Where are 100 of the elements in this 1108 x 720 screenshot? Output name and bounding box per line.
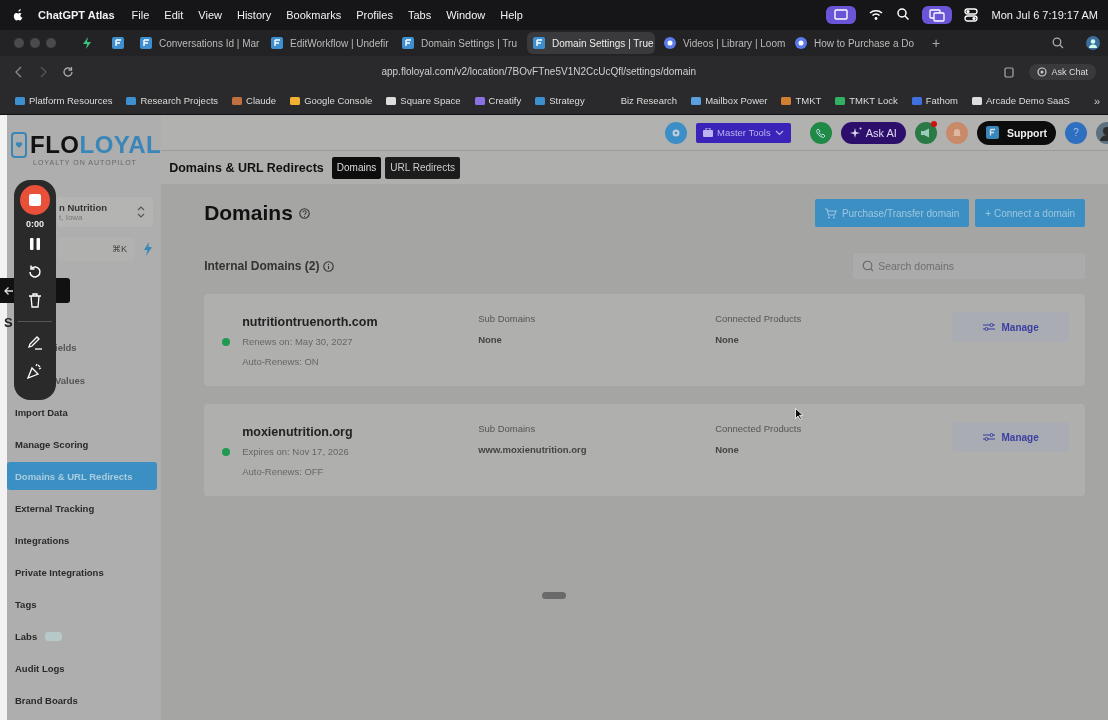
phone-button[interactable]	[809, 121, 832, 144]
new-tab-button[interactable]: +	[932, 35, 941, 51]
trash-icon[interactable]	[28, 293, 42, 308]
sidebar-item[interactable]: Manage Scoring	[7, 430, 157, 458]
tab-title: EditWorkflow | Undefir	[290, 37, 389, 49]
bookmark[interactable]: Arcade Demo SaaS	[966, 95, 1075, 106]
bookmark-icon	[126, 95, 137, 106]
menu-item[interactable]: Help	[500, 9, 523, 21]
more-bookmarks-button[interactable]: »	[1093, 94, 1100, 107]
bookmark-icon	[15, 95, 25, 106]
bookmark[interactable]: Square Space	[381, 95, 466, 106]
bookmark[interactable]: Research Projects	[121, 95, 224, 106]
bookmark-icon	[232, 95, 243, 106]
bookmark[interactable]: Creatify	[469, 95, 527, 106]
domain-date: Renews on: May 30, 2027	[242, 336, 354, 347]
bookmark[interactable]: Mailbox Power	[686, 95, 773, 106]
back-icon[interactable]	[14, 65, 24, 78]
column-label: Sub Domains	[478, 313, 537, 324]
master-tools-button[interactable]: Master Tools	[696, 122, 791, 143]
arrow-left-icon	[4, 285, 14, 296]
sidebar-item[interactable]: Audit Logs	[7, 654, 157, 682]
manage-button[interactable]: Manage	[952, 422, 1070, 452]
browser-tab[interactable]: Videos | Library | Loom	[658, 32, 786, 54]
pause-icon[interactable]	[29, 237, 41, 251]
menu-item[interactable]: History	[236, 9, 272, 21]
cursor-icon	[795, 408, 803, 420]
avatar-icon[interactable]	[1086, 36, 1100, 50]
menu-item[interactable]: Edit	[164, 9, 184, 21]
browser-tab[interactable]: Domain Settings | True	[527, 32, 655, 54]
bookmark[interactable]: Google Console	[285, 95, 378, 106]
header-tab[interactable]: Domains	[331, 156, 382, 179]
toggle-icon[interactable]	[963, 5, 978, 25]
bookmark[interactable]: Fathom	[906, 95, 963, 106]
bolt-icon[interactable]	[82, 37, 92, 49]
phone-icon	[815, 127, 826, 138]
windows-icon[interactable]	[921, 5, 952, 25]
search-field[interactable]: ⌘K	[57, 237, 136, 261]
stop-button[interactable]	[20, 185, 50, 215]
auto-renew-status: Auto-Renews: ON	[242, 356, 320, 367]
browser-tab[interactable]: EditWorkflow | Undefir	[265, 32, 393, 54]
party-popper-icon[interactable]	[27, 363, 43, 379]
ask-chat-button[interactable]: Ask Chat	[1029, 63, 1096, 80]
sidebar-item[interactable]: Private Integrations	[7, 558, 157, 586]
bookmark-icon	[535, 95, 546, 106]
app-logo-icon	[985, 126, 999, 139]
sidebar-item[interactable]: Brand Boards	[7, 686, 157, 714]
url-text[interactable]: app.floloyal.com/v2/location/7BOvFTne5V1N2CcUcQfl/settings/domain	[88, 66, 990, 77]
tab-title: Videos | Library | Loom	[683, 37, 786, 49]
browser-tab[interactable]: Conversations Id | Mar	[134, 32, 262, 54]
app-tab-icon	[271, 37, 283, 49]
bookmark[interactable]: TMKT	[776, 95, 827, 106]
menu-item[interactable]: View	[198, 9, 222, 21]
menu-item[interactable]: Profiles	[356, 9, 393, 21]
copy-icon[interactable]	[1003, 65, 1016, 78]
bookmark-icon	[835, 95, 846, 106]
app-tab-icon[interactable]	[112, 37, 124, 49]
sidebar-item[interactable]: Labs	[7, 622, 157, 650]
sidebar-item[interactable]: External Tracking	[7, 494, 157, 522]
products-value: None	[715, 334, 740, 345]
bookmark[interactable]: Platform Resources	[10, 95, 118, 106]
tab-title: Domain Settings | True	[552, 37, 654, 49]
clock: Mon Jul 6 7:19:17 AM	[991, 9, 1098, 21]
sidebar-item[interactable]: Tags	[7, 590, 157, 618]
bookmark-icon	[781, 95, 792, 106]
sidebar-item[interactable]: Import Data	[7, 398, 157, 426]
bookmark[interactable]: TMKT Lock	[830, 95, 903, 106]
caret-icon	[774, 129, 784, 136]
reload-icon[interactable]	[62, 65, 74, 78]
header-tab[interactable]: URL Redirects	[385, 156, 460, 179]
manage-button[interactable]: Manage	[952, 312, 1070, 342]
browser-tab[interactable]: How to Purchase a Do	[789, 32, 917, 54]
ask-ai-button[interactable]: Ask AI	[840, 121, 906, 144]
settings-icon	[671, 127, 681, 138]
search-icon[interactable]	[1052, 37, 1064, 49]
bell-icon	[951, 127, 962, 138]
sidebar-item[interactable]: Integrations	[7, 526, 157, 554]
menu-item[interactable]: Bookmarks	[286, 9, 342, 21]
pen-icon[interactable]	[27, 336, 43, 350]
browser-tab[interactable]: Domain Settings | Tru	[396, 32, 524, 54]
bookmark-icon	[474, 95, 485, 106]
app-name[interactable]: ChatGPT Atlas	[38, 9, 115, 21]
menu-item[interactable]: Window	[446, 9, 486, 21]
section-heading: S	[4, 315, 14, 330]
tab-title: Domain Settings | Tru	[421, 37, 517, 49]
recording-timer: 0:00	[26, 219, 44, 229]
sub-domain-value: www.moxienutrition.org	[478, 444, 588, 455]
apple-icon[interactable]	[12, 8, 24, 22]
restart-icon[interactable]	[27, 264, 43, 280]
announcements-button[interactable]	[914, 121, 937, 144]
bookmark[interactable]: Strategy	[530, 95, 590, 106]
drag-handle[interactable]	[542, 592, 566, 599]
menu-item[interactable]: File	[131, 9, 150, 21]
bookmark[interactable]: Biz Research	[615, 95, 683, 106]
screen-icon[interactable]	[825, 5, 856, 25]
menu-item[interactable]: Tabs	[407, 9, 432, 21]
support-button[interactable]: Support	[976, 120, 1057, 145]
globe-icon	[664, 37, 676, 49]
column-label: Sub Domains	[478, 423, 537, 434]
bookmark[interactable]: Claude	[227, 95, 282, 106]
logo-text: FLOLOYAL	[30, 133, 162, 157]
